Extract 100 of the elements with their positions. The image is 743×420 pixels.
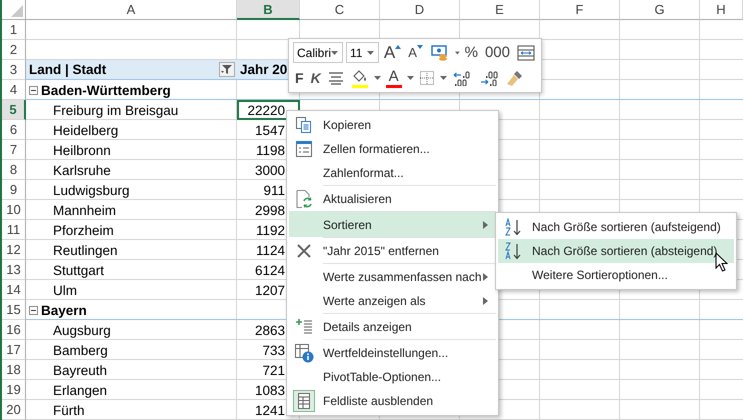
menu-item[interactable]: PivotTable-Optionen... <box>289 365 496 389</box>
merge-cells-icon <box>517 44 535 60</box>
row-header[interactable]: 2 <box>2 40 26 60</box>
value-cell-text: 721 <box>261 362 286 378</box>
menu-item[interactable]: Sortieren <box>289 211 496 237</box>
caret-icon <box>406 76 414 80</box>
menu-item[interactable]: Weitere Sortieroptionen... <box>498 263 734 287</box>
row-label: Pforzheim <box>52 222 115 238</box>
row-header[interactable]: 1 <box>2 20 26 40</box>
row-header[interactable]: 20 <box>2 400 26 420</box>
menu-item[interactable]: Zellen formatieren... <box>289 137 496 161</box>
row-header[interactable]: 18 <box>2 360 26 380</box>
collapse-toggle[interactable] <box>29 306 38 314</box>
row-label: Heidelberg <box>52 122 120 138</box>
row-header[interactable]: 6 <box>2 120 26 140</box>
row-label: Bayreuth <box>52 362 108 378</box>
sort-descending-icon <box>503 242 523 260</box>
format-button[interactable]: % <box>462 42 480 62</box>
menu-item[interactable]: Feldliste ausblenden <box>289 389 496 413</box>
money-icon <box>430 44 450 62</box>
value-cell-text: 1198 <box>254 142 286 158</box>
filter-icon <box>221 64 233 75</box>
value-cell-text: 2863 <box>254 322 286 338</box>
row-header[interactable]: 7 <box>2 140 26 160</box>
field-list-icon <box>293 390 315 412</box>
caret-icon <box>440 76 447 80</box>
value-cell-text: 1207 <box>254 282 286 298</box>
row-label: Heilbronn <box>52 142 112 158</box>
grow-font-button[interactable]: A <box>382 42 404 62</box>
row-header[interactable]: 17 <box>2 340 26 360</box>
format-button[interactable]: 000 <box>482 42 512 62</box>
mouse-pointer-icon <box>715 252 729 272</box>
increase-decimal-icon <box>452 70 472 86</box>
minus-icon <box>29 306 38 314</box>
row-header[interactable]: 12 <box>2 240 26 260</box>
row-header[interactable]: 19 <box>2 380 26 400</box>
merge-button[interactable] <box>515 42 537 62</box>
row-header[interactable]: 15 <box>2 300 26 320</box>
group-label: Bayern <box>40 302 88 318</box>
corner-triangle-icon <box>11 5 23 17</box>
font-size-field[interactable]: 11 <box>346 42 379 63</box>
add-rows-icon <box>295 318 313 336</box>
font-name-field[interactable]: Calibri <box>293 42 344 63</box>
submenu-arrow-icon <box>483 221 488 229</box>
row-label: Reutlingen <box>52 242 119 258</box>
row-header[interactable]: 10 <box>2 200 26 220</box>
row-label: Ludwigsburg <box>52 182 131 198</box>
row-header[interactable]: 14 <box>2 280 26 300</box>
value-cell-text: 1083 <box>254 382 286 398</box>
caret-icon <box>454 50 460 54</box>
row-label: Freiburg im Breisgau <box>52 102 180 118</box>
row-label: Bamberg <box>52 342 109 358</box>
row-label: Fürth <box>52 402 86 418</box>
cell-value: 22220 <box>246 102 286 118</box>
value-cell-text: 1547 <box>254 122 286 138</box>
row-header[interactable]: 9 <box>2 180 26 200</box>
value-cell-text: 911 <box>262 182 286 198</box>
value-cell-text: 1124 <box>254 242 286 258</box>
sort-ascending-icon <box>503 218 523 236</box>
row-label: Mannheim <box>52 202 118 218</box>
row-label: Erlangen <box>52 382 108 398</box>
submenu-arrow-icon <box>483 273 488 281</box>
value-cell-text: 1241 <box>254 402 286 418</box>
minus-icon <box>29 86 38 94</box>
menu-item[interactable]: Zahlenformat... <box>289 161 496 185</box>
close-icon <box>296 243 312 259</box>
format-cells-icon <box>295 140 313 158</box>
decrease-decimal-icon <box>478 70 499 86</box>
row-label: Augsburg <box>52 322 112 338</box>
refresh-icon <box>295 189 313 209</box>
borders-icon <box>418 70 435 86</box>
bold-button[interactable]: F <box>293 68 306 88</box>
row-header[interactable]: 8 <box>2 160 26 180</box>
format-painter-icon <box>506 69 524 87</box>
collapse-toggle[interactable] <box>29 86 38 94</box>
menu-item[interactable]: Nach Größe sortieren (aufsteigend) <box>498 215 734 239</box>
down-triangle-icon <box>416 44 423 48</box>
row-header[interactable]: 16 <box>2 320 26 340</box>
filter-button[interactable] <box>219 62 235 77</box>
row-header[interactable]: 11 <box>2 220 26 240</box>
font-color-button[interactable]: A <box>384 67 404 89</box>
row-label: Stuttgart <box>52 262 106 278</box>
row-label: Ulm <box>52 282 78 298</box>
group-label: Baden-Württemberg <box>40 82 172 98</box>
italic-button[interactable]: K <box>308 68 323 88</box>
value-cell-text: 2998 <box>254 202 286 218</box>
row-header[interactable]: 5 <box>2 100 26 120</box>
row-header[interactable]: 13 <box>2 260 26 280</box>
info-table-icon <box>294 343 314 363</box>
column-header[interactable]: H <box>700 0 743 20</box>
value-cell-text: 1192 <box>254 222 286 238</box>
value-cell-text: 6124 <box>254 262 286 278</box>
menu-item[interactable]: Werte anzeigen als <box>289 289 496 313</box>
caret-icon <box>366 50 374 54</box>
column-header[interactable]: B <box>237 0 300 20</box>
menu-item[interactable]: Nach Größe sortieren (absteigend) <box>498 239 734 263</box>
caret-icon <box>374 76 381 80</box>
value-cell-text: 733 <box>261 342 286 358</box>
paint-bucket-icon <box>350 68 369 84</box>
shrink-font-button[interactable]: A <box>406 42 425 62</box>
